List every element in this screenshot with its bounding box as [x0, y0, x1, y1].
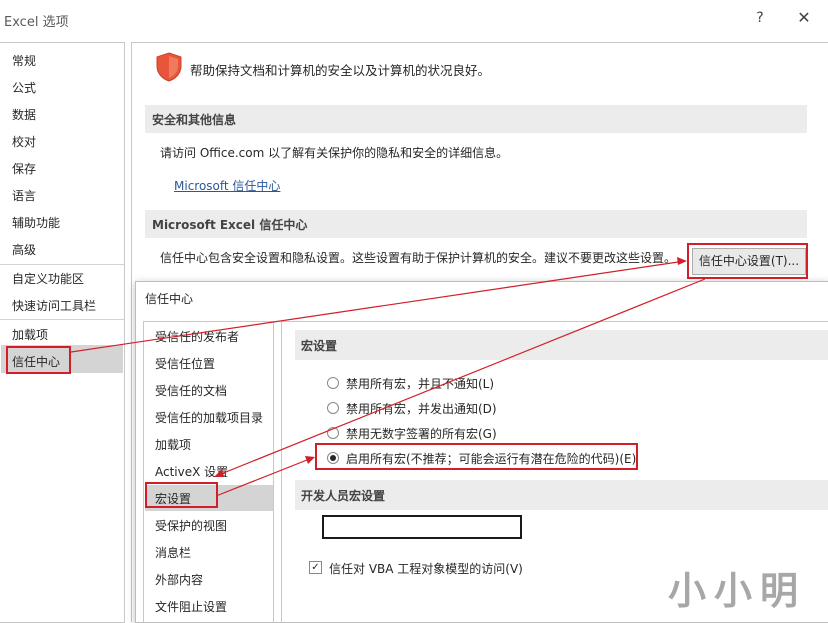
arrow-line — [215, 457, 313, 497]
arrow-line — [70, 260, 686, 353]
annotation-arrows — [70, 257, 706, 497]
arrow-head — [677, 257, 687, 265]
arrow-head — [305, 456, 315, 464]
arrow-head — [214, 469, 224, 477]
arrow-line — [215, 278, 706, 477]
watermark-text: 小小明 — [668, 568, 807, 613]
